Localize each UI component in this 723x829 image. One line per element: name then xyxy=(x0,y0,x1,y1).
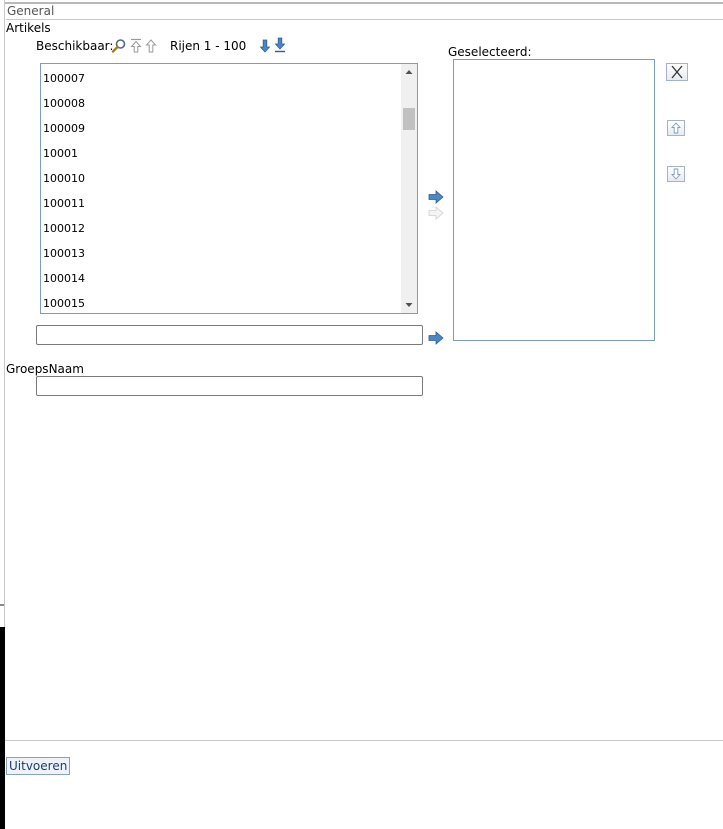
list-item[interactable]: 100009 xyxy=(43,122,85,136)
rows-range-label: Rijen 1 - 100 xyxy=(170,39,247,53)
list-scrollbar[interactable] xyxy=(401,64,417,313)
add-typed-arrow-icon[interactable] xyxy=(428,331,444,345)
available-list[interactable]: 100007 100008 100009 10001 100010 100011… xyxy=(40,63,418,314)
arrow-up-icon[interactable] xyxy=(145,39,157,53)
arrow-last-icon[interactable] xyxy=(273,37,287,53)
list-item[interactable]: 100015 xyxy=(43,297,85,311)
list-item[interactable]: 100008 xyxy=(43,97,85,111)
section-header[interactable]: General xyxy=(6,4,723,20)
footer-divider xyxy=(5,740,723,741)
list-item[interactable]: 10001 xyxy=(43,147,78,161)
scroll-down-icon[interactable] xyxy=(401,297,417,313)
run-button[interactable]: Uitvoeren xyxy=(6,757,71,775)
list-item[interactable]: 100012 xyxy=(43,222,85,236)
groepsnaam-input[interactable] xyxy=(36,376,423,396)
move-down-button[interactable] xyxy=(667,166,685,182)
left-frame-dark xyxy=(0,627,5,829)
artikels-label: Artikels xyxy=(6,21,51,35)
search-icon[interactable] xyxy=(111,38,127,54)
remove-button[interactable] xyxy=(666,63,688,81)
arrow-down-icon[interactable] xyxy=(259,39,271,53)
list-item[interactable]: 100011 xyxy=(43,197,85,211)
filter-input[interactable] xyxy=(36,325,423,345)
scroll-up-icon[interactable] xyxy=(401,64,417,80)
selected-label: Geselecteerd: xyxy=(448,45,532,59)
list-item[interactable]: 100007 xyxy=(43,72,85,86)
list-item[interactable]: 100010 xyxy=(43,172,85,186)
arrow-up-icon xyxy=(670,122,682,134)
list-item[interactable]: 100014 xyxy=(43,272,85,286)
available-label: Beschikbaar: xyxy=(36,39,114,53)
arrow-down-icon xyxy=(670,168,682,180)
list-item[interactable]: 100013 xyxy=(43,247,85,261)
left-frame-tick xyxy=(0,604,4,606)
groepsnaam-label: GroepsNaam xyxy=(6,362,84,376)
section-title: General xyxy=(7,4,55,18)
scroll-thumb[interactable] xyxy=(403,108,415,130)
close-icon xyxy=(671,65,683,79)
selected-list[interactable] xyxy=(453,59,655,341)
add-selected-arrow-icon[interactable] xyxy=(428,190,444,204)
add-all-arrow-icon xyxy=(428,206,444,220)
move-up-button[interactable] xyxy=(667,120,685,136)
arrow-first-icon[interactable] xyxy=(129,38,143,54)
